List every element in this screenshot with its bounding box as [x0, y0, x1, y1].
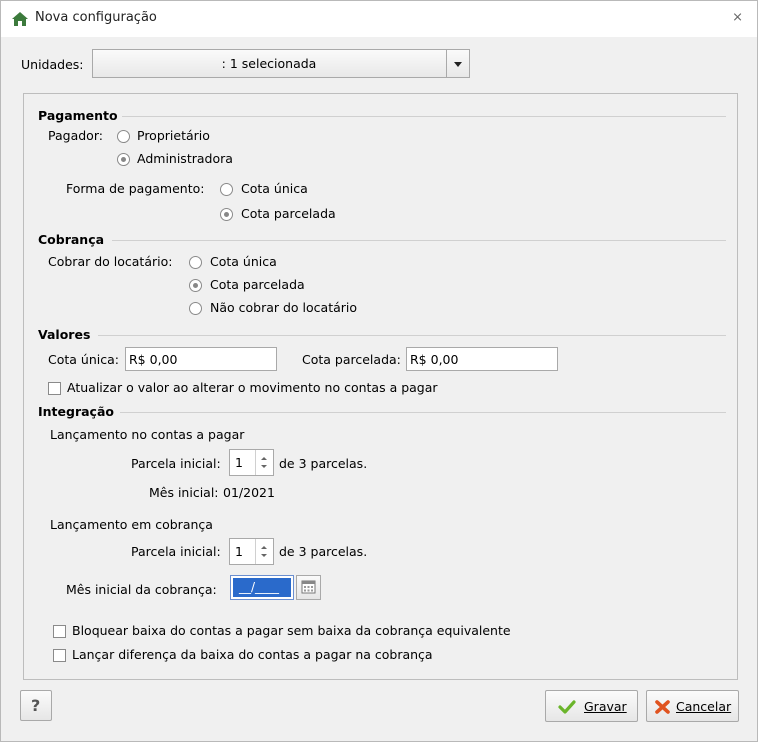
- radio-cobranca-cota-unica[interactable]: [189, 256, 202, 269]
- section-title-pagamento: Pagamento: [38, 108, 118, 123]
- divider: [122, 116, 726, 117]
- cota-parcelada-label: Cota parcelada:: [302, 352, 401, 367]
- help-icon: ?: [31, 696, 41, 715]
- chevron-down-icon[interactable]: [261, 465, 267, 468]
- calendar-button[interactable]: [296, 575, 321, 600]
- parcela-inicial-value: 1: [235, 455, 243, 470]
- section-title-integracao: Integração: [38, 404, 114, 419]
- radio-forma-cota-parcelada-label: Cota parcelada: [241, 206, 336, 221]
- mes-inicial-label: Mês inicial:: [149, 485, 219, 500]
- parcela-inicial-cobranca-value: 1: [235, 544, 243, 559]
- home-icon: [12, 12, 28, 26]
- divider: [98, 335, 726, 336]
- lancar-diferenca-checkbox[interactable]: [53, 649, 66, 662]
- radio-cobranca-cota-unica-label: Cota única: [210, 254, 277, 269]
- stepper-arrows[interactable]: [255, 539, 273, 564]
- calendar-icon: [301, 580, 316, 594]
- radio-nao-cobrar-label: Não cobrar do locatário: [210, 300, 358, 315]
- chevron-up-icon[interactable]: [261, 457, 267, 460]
- chevron-up-icon[interactable]: [261, 546, 267, 549]
- pagador-label: Pagador:: [48, 128, 103, 143]
- close-icon[interactable]: ⨯: [732, 10, 743, 25]
- mes-cobranca-value: __/____: [233, 578, 291, 597]
- radio-administradora-label: Administradora: [137, 151, 233, 166]
- section-title-cobranca: Cobrança: [38, 232, 105, 247]
- cancelar-button[interactable]: Cancelar: [646, 690, 739, 722]
- contas-pagar-title: Lançamento no contas a pagar: [50, 427, 245, 442]
- bloquear-baixa-label: Bloquear baixa do contas a pagar sem bai…: [72, 623, 511, 638]
- parcela-inicial-cobranca-label: Parcela inicial:: [131, 544, 221, 559]
- cobrar-locatario-label: Cobrar do locatário:: [48, 254, 173, 269]
- window-title: Nova configuração: [35, 10, 157, 25]
- chevron-down-icon[interactable]: [261, 554, 267, 557]
- radio-forma-cota-unica-label: Cota única: [241, 181, 308, 196]
- lancar-diferenca-label: Lançar diferença da baixa do contas a pa…: [72, 647, 433, 662]
- parcelas-cobranca-text: de 3 parcelas.: [279, 544, 368, 559]
- divider: [120, 412, 726, 413]
- divider: [112, 240, 726, 241]
- gravar-label: Gravar: [584, 699, 627, 714]
- parcela-inicial-label: Parcela inicial:: [131, 456, 221, 471]
- radio-forma-cota-parcelada[interactable]: [220, 208, 233, 221]
- parcelas-text: de 3 parcelas.: [279, 456, 368, 471]
- chevron-down-icon[interactable]: [446, 50, 469, 77]
- cota-parcelada-input[interactable]: R$ 0,00: [406, 347, 558, 371]
- forma-pagamento-label: Forma de pagamento:: [66, 181, 205, 196]
- atualizar-valor-checkbox[interactable]: [48, 382, 61, 395]
- radio-cobranca-cota-parcelada[interactable]: [189, 279, 202, 292]
- title-bar: Nova configuração ⨯: [1, 1, 757, 37]
- unidades-value: : 1 selecionada: [221, 56, 317, 71]
- radio-administradora[interactable]: [117, 153, 130, 166]
- stepper-arrows[interactable]: [255, 450, 273, 475]
- check-icon: [558, 700, 576, 714]
- help-button[interactable]: ?: [20, 690, 52, 721]
- dialog-window: Nova configuração ⨯ Unidades: : 1 seleci…: [0, 0, 758, 742]
- cancelar-label: Cancelar: [676, 699, 732, 714]
- mes-inicial-value: 01/2021: [223, 485, 275, 500]
- radio-nao-cobrar[interactable]: [189, 302, 202, 315]
- unidades-dropdown[interactable]: : 1 selecionada: [92, 49, 470, 78]
- mes-cobranca-label: Mês inicial da cobrança:: [66, 582, 217, 597]
- radio-forma-cota-unica[interactable]: [220, 183, 233, 196]
- cota-unica-input[interactable]: R$ 0,00: [125, 347, 277, 371]
- radio-proprietario-label: Proprietário: [137, 128, 210, 143]
- radio-cobranca-cota-parcelada-label: Cota parcelada: [210, 277, 305, 292]
- section-title-valores: Valores: [38, 327, 91, 342]
- atualizar-valor-label: Atualizar o valor ao alterar o movimento…: [67, 380, 438, 395]
- bloquear-baixa-checkbox[interactable]: [53, 625, 66, 638]
- x-icon: [655, 700, 670, 714]
- gravar-button[interactable]: Gravar: [545, 690, 638, 722]
- cota-unica-label: Cota única:: [48, 352, 119, 367]
- parcela-inicial-cobranca-stepper[interactable]: 1: [229, 538, 274, 565]
- unidades-label: Unidades:: [21, 57, 84, 72]
- mes-cobranca-input[interactable]: __/____: [230, 575, 294, 600]
- parcela-inicial-stepper[interactable]: 1: [229, 449, 274, 476]
- radio-proprietario[interactable]: [117, 130, 130, 143]
- cobranca-title: Lançamento em cobrança: [50, 517, 213, 532]
